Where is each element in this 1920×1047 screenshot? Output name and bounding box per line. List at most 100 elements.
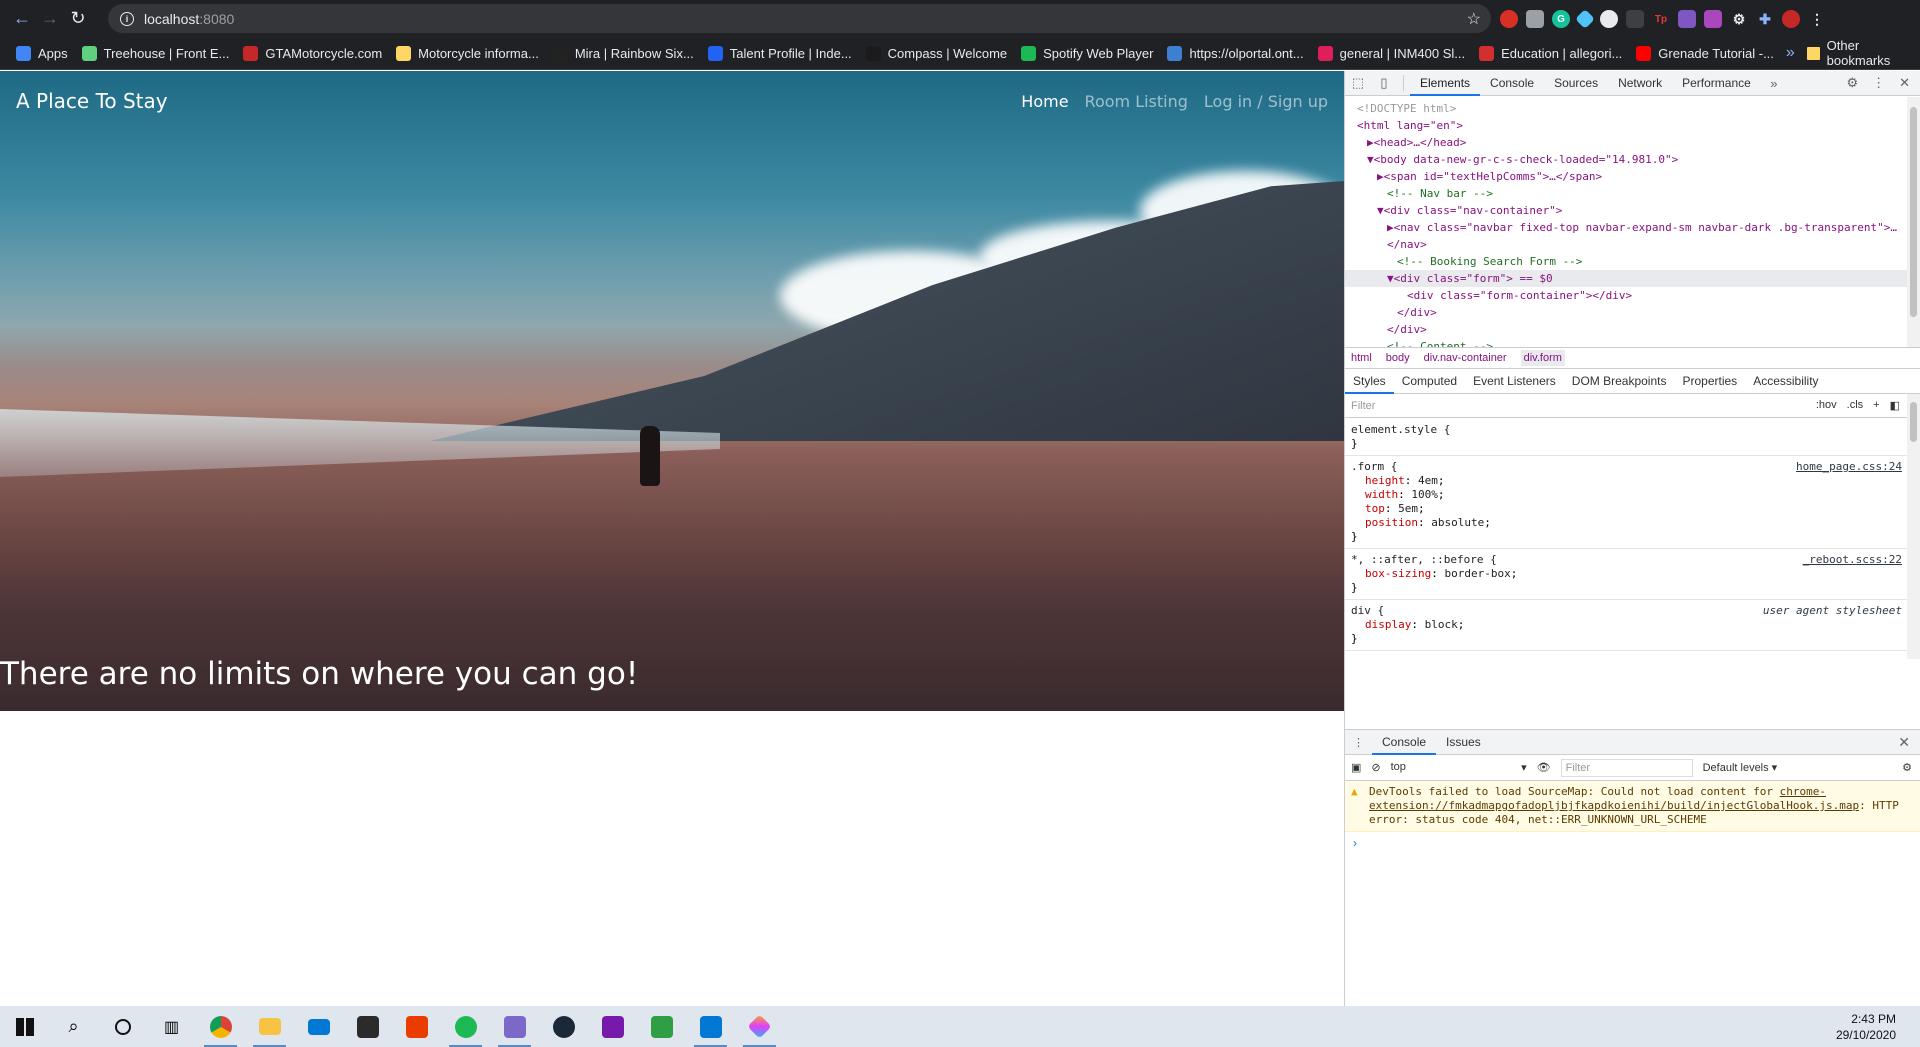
reload-icon[interactable]: ↻ <box>64 5 92 33</box>
styles-filter-input[interactable]: Filter <box>1351 400 1375 412</box>
css-rule-source[interactable]: _reboot.scss:22 <box>1803 553 1902 567</box>
css-property-name[interactable]: display <box>1365 618 1411 631</box>
windows-start-icon[interactable] <box>0 1006 49 1047</box>
dom-comment-line[interactable]: <!-- Content --> <box>1345 338 1908 347</box>
sticky-notes-icon[interactable] <box>343 1006 392 1047</box>
css-declaration[interactable]: height: 4em; <box>1351 474 1902 488</box>
drawer-menu-icon[interactable]: ⋮ <box>1345 736 1372 749</box>
tab-computed[interactable]: Computed <box>1394 369 1465 394</box>
vscode-icon[interactable] <box>686 1006 735 1047</box>
clear-console-icon[interactable]: ⊘ <box>1371 761 1380 774</box>
device-toolbar-icon[interactable]: ▯ <box>1371 75 1397 91</box>
more-bookmarks-icon[interactable]: » <box>1786 44 1795 62</box>
dom-node-line[interactable]: <div class="form-container"></div> <box>1345 287 1908 304</box>
extension-icon[interactable]: Tp <box>1652 10 1670 28</box>
chrome-icon[interactable] <box>196 1006 245 1047</box>
dom-node-line[interactable]: ▼<div class="nav-container"> <box>1345 202 1908 219</box>
eye-icon[interactable]: 👁 <box>1537 761 1551 774</box>
bookmark-item[interactable]: Spotify Web Player <box>1015 39 1159 67</box>
drawer-tab-console[interactable]: Console <box>1372 730 1437 755</box>
bookmark-item[interactable]: general | INM400 Sl... <box>1312 39 1472 67</box>
tab-properties[interactable]: Properties <box>1674 369 1745 394</box>
apps-launcher[interactable]: Apps <box>10 39 74 67</box>
close-icon[interactable]: ✕ <box>1899 75 1910 91</box>
bookmark-item[interactable]: Compass | Welcome <box>860 39 1013 67</box>
css-declaration[interactable]: box-sizing: border-box; <box>1351 567 1902 581</box>
bookmark-item[interactable]: Talent Profile | Inde... <box>702 39 858 67</box>
css-property-value[interactable]: 5em <box>1398 502 1418 515</box>
bookmark-item[interactable]: Grenade Tutorial -... <box>1630 39 1780 67</box>
bookmark-item[interactable]: Education | allegori... <box>1473 39 1628 67</box>
office-icon[interactable] <box>392 1006 441 1047</box>
dom-node-line[interactable]: <!DOCTYPE html> <box>1345 100 1908 117</box>
cortana-icon[interactable] <box>98 1006 147 1047</box>
css-rule-source[interactable]: home_page.css:24 <box>1796 460 1902 474</box>
css-property-name[interactable]: top <box>1365 502 1385 515</box>
steam-icon[interactable] <box>539 1006 588 1047</box>
dom-node-line[interactable]: <html lang="en"> <box>1345 117 1908 134</box>
back-arrow-icon[interactable]: ← <box>8 5 36 33</box>
bookmark-star-icon[interactable]: ☆ <box>1467 9 1481 29</box>
settings-gear-icon[interactable]: ⚙ <box>1902 761 1912 774</box>
settings-gear-icon[interactable]: ⚙ <box>1730 10 1748 28</box>
tab-event-listeners[interactable]: Event Listeners <box>1465 369 1564 394</box>
tab-performance[interactable]: Performance <box>1672 71 1761 96</box>
css-property-value[interactable]: block <box>1425 618 1458 631</box>
tab-styles[interactable]: Styles <box>1345 369 1394 394</box>
video-editor-icon[interactable] <box>637 1006 686 1047</box>
inspect-element-icon[interactable]: ⬚ <box>1345 75 1371 91</box>
mail-icon[interactable] <box>294 1006 343 1047</box>
forward-arrow-icon[interactable]: → <box>36 5 64 33</box>
app-icon[interactable] <box>490 1006 539 1047</box>
css-property-name[interactable]: box-sizing <box>1365 567 1431 580</box>
task-view-icon[interactable]: ▥ <box>147 1006 196 1047</box>
breadcrumb-item[interactable]: div.nav-container <box>1424 352 1507 364</box>
css-property-name[interactable]: position <box>1365 516 1418 529</box>
bookmark-item[interactable]: Motorcycle informa... <box>390 39 545 67</box>
new-rule-button[interactable]: + <box>1873 399 1879 412</box>
css-property-value[interactable]: border-box <box>1444 567 1510 580</box>
css-property-value[interactable]: 4em <box>1418 474 1438 487</box>
console-prompt[interactable]: › <box>1345 832 1920 854</box>
styles-scrollbar[interactable] <box>1907 394 1920 659</box>
dom-node-line[interactable]: ▼<body data-new-gr-c-s-check-loaded="14.… <box>1345 151 1908 168</box>
sidebar-toggle-icon[interactable]: ▣ <box>1351 761 1361 774</box>
tab-network[interactable]: Network <box>1608 71 1672 96</box>
css-property-value[interactable]: absolute <box>1431 516 1484 529</box>
bookmark-item[interactable]: Mira | Rainbow Six... <box>547 39 700 67</box>
extension-icon[interactable] <box>1575 9 1595 29</box>
kebab-menu-icon[interactable]: ⋮ <box>1808 10 1826 28</box>
css-property-value[interactable]: 100% <box>1411 488 1438 501</box>
dom-node-line[interactable]: ▶<nav class="navbar fixed-top navbar-exp… <box>1345 219 1908 236</box>
computed-sidebar-icon[interactable]: ◧ <box>1890 399 1900 412</box>
extension-icon[interactable] <box>1704 10 1722 28</box>
bookmark-item[interactable]: Treehouse | Front E... <box>76 39 236 67</box>
search-icon[interactable]: ⌕ <box>49 1006 98 1047</box>
tab-elements[interactable]: Elements <box>1410 71 1481 96</box>
bookmark-item[interactable]: https://olportal.ont... <box>1161 39 1309 67</box>
system-clock[interactable]: 2:43 PM 29/10/2020 <box>1836 1011 1896 1043</box>
nav-home-link[interactable]: Home <box>1021 92 1068 111</box>
tab-dom-breakpoints[interactable]: DOM Breakpoints <box>1564 369 1675 394</box>
nav-room-listing-link[interactable]: Room Listing <box>1085 92 1188 111</box>
close-icon[interactable]: ✕ <box>1898 734 1910 751</box>
other-bookmarks-folder[interactable]: Other bookmarks <box>1806 38 1912 68</box>
scroll-thumb[interactable] <box>1910 107 1917 317</box>
file-explorer-icon[interactable] <box>245 1006 294 1047</box>
breadcrumb-item[interactable]: html <box>1351 352 1372 364</box>
scroll-thumb[interactable] <box>1910 402 1917 442</box>
breadcrumb-item-current[interactable]: div.form <box>1520 350 1565 366</box>
nav-login-link[interactable]: Log in / Sign up <box>1204 92 1328 111</box>
css-declaration[interactable]: top: 5em; <box>1351 502 1902 516</box>
extension-icon[interactable] <box>1626 10 1644 28</box>
console-filter-input[interactable]: Filter <box>1560 758 1693 777</box>
tab-console[interactable]: Console <box>1480 71 1544 96</box>
css-property-name[interactable]: width <box>1365 488 1398 501</box>
grammarly-icon[interactable]: G <box>1552 10 1570 28</box>
more-tabs-icon[interactable]: » <box>1761 76 1787 91</box>
log-levels-dropdown[interactable]: Default levels ▾ <box>1703 761 1778 774</box>
extension-icon[interactable] <box>1526 10 1544 28</box>
breadcrumb-item[interactable]: body <box>1386 352 1410 364</box>
tab-sources[interactable]: Sources <box>1544 71 1608 96</box>
dom-tree-scrollbar[interactable] <box>1907 97 1920 347</box>
